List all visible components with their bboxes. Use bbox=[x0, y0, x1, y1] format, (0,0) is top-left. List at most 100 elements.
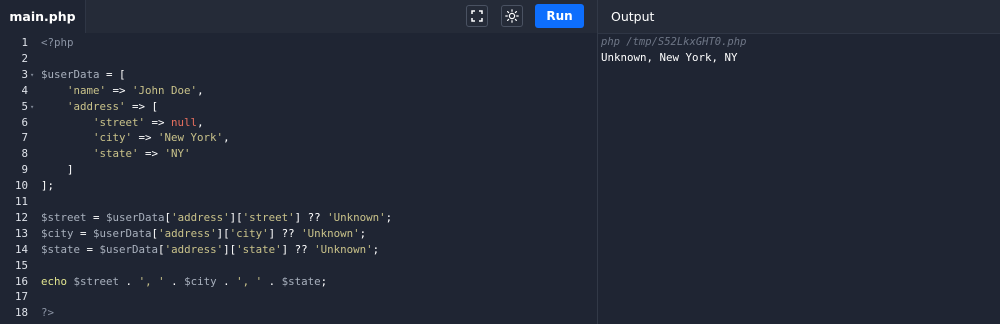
code-line[interactable]: 3 ▾ $userData = [ bbox=[0, 67, 597, 83]
code-line[interactable]: 9 ] bbox=[0, 162, 597, 178]
line-number: 4 bbox=[21, 83, 28, 97]
line-number: 16 bbox=[14, 274, 28, 288]
line-number: 7 bbox=[21, 131, 28, 145]
code-token: = bbox=[86, 210, 107, 224]
code-token: ; bbox=[359, 226, 367, 240]
line-number: 3 bbox=[21, 67, 28, 81]
code-text: 'state' => 'NY' bbox=[41, 146, 191, 162]
code-line[interactable]: 13 $city = $userData['address']['city'] ?… bbox=[0, 226, 597, 242]
fullscreen-button[interactable] bbox=[466, 5, 488, 27]
tab-main-php[interactable]: main.php bbox=[0, 0, 86, 33]
line-number: 2 bbox=[21, 51, 28, 65]
line-number: 18 bbox=[14, 306, 28, 320]
code-token: 'address' bbox=[158, 226, 217, 240]
output-panel-title: Output bbox=[611, 9, 655, 24]
code-token: 'Unknown' bbox=[327, 210, 386, 224]
code-text: ] bbox=[41, 162, 74, 178]
line-number: 9 bbox=[21, 163, 28, 177]
code-text: 'address' => [ bbox=[41, 99, 158, 115]
code-token: 'John Doe' bbox=[132, 83, 198, 97]
line-number: 1 bbox=[21, 36, 28, 49]
code-token: $city bbox=[41, 226, 74, 240]
code-line[interactable]: 2 bbox=[0, 51, 597, 67]
code-token: => bbox=[132, 131, 159, 145]
code-token: $userData bbox=[93, 226, 152, 240]
fullscreen-icon bbox=[471, 10, 483, 22]
code-token: . bbox=[216, 274, 237, 288]
code-token: ; bbox=[372, 242, 380, 256]
line-number: 17 bbox=[14, 290, 28, 304]
code-line[interactable]: 1 <?php bbox=[0, 35, 597, 51]
code-token: ] ?? bbox=[268, 226, 302, 240]
code-text: <?php bbox=[41, 35, 74, 51]
code-line[interactable]: 5 ▾ 'address' => [ bbox=[0, 99, 597, 115]
code-token: 'name' bbox=[67, 83, 107, 97]
panel-divider[interactable] bbox=[597, 0, 598, 324]
code-token: ; bbox=[320, 274, 328, 288]
code-token: <?php bbox=[41, 36, 74, 49]
code-token: ][ bbox=[223, 242, 237, 256]
code-token: 'city' bbox=[229, 226, 269, 240]
code-line[interactable]: 12 $street = $userData['address']['street… bbox=[0, 210, 597, 226]
code-token: => bbox=[106, 83, 133, 97]
code-text: $userData = [ bbox=[41, 67, 126, 83]
code-token: => bbox=[145, 115, 172, 129]
code-token: 'state' bbox=[93, 147, 139, 161]
code-line[interactable]: 14 $state = $userData['address']['state']… bbox=[0, 242, 597, 258]
code-token: ][ bbox=[216, 226, 230, 240]
code-text: 'city' => 'New York', bbox=[41, 130, 230, 146]
code-token: 'address' bbox=[171, 210, 230, 224]
code-token: ]; bbox=[41, 179, 55, 193]
code-line[interactable]: 10]; bbox=[0, 178, 597, 194]
theme-toggle-button[interactable] bbox=[501, 5, 523, 27]
code-line[interactable]: 7 'city' => 'New York', bbox=[0, 130, 597, 146]
code-line[interactable]: 15 bbox=[0, 258, 597, 274]
code-token: 'street' bbox=[93, 115, 146, 129]
code-token: echo bbox=[41, 274, 68, 288]
line-number: 5 bbox=[21, 99, 28, 113]
line-number: 15 bbox=[14, 258, 28, 272]
code-token: , bbox=[197, 115, 204, 129]
fold-toggle-icon[interactable]: ▾ bbox=[30, 99, 34, 115]
code-token: 'state' bbox=[236, 242, 282, 256]
code-line[interactable]: 8 'state' => 'NY' bbox=[0, 146, 597, 162]
code-line[interactable]: 4 'name' => 'John Doe', bbox=[0, 83, 597, 99]
code-text: $city = $userData['address']['city'] ?? … bbox=[41, 226, 366, 242]
code-token: , bbox=[223, 131, 230, 145]
code-line[interactable]: 18 ?> bbox=[0, 305, 597, 321]
code-line[interactable]: 16 echo $street . ', ' . $city . ', ' . $… bbox=[0, 274, 597, 290]
code-token: ] bbox=[41, 163, 74, 177]
code-token: = bbox=[80, 242, 100, 256]
code-token: $state bbox=[41, 242, 81, 256]
code-token: ; bbox=[385, 210, 393, 224]
code-text: ?> bbox=[41, 305, 54, 321]
code-token: $userData bbox=[41, 67, 100, 81]
code-token: = [ bbox=[99, 67, 126, 81]
run-button[interactable]: Run bbox=[535, 4, 584, 28]
code-text: $state = $userData['address']['state'] ?… bbox=[41, 242, 379, 258]
code-token: 'address' bbox=[164, 242, 224, 256]
code-token: . bbox=[164, 274, 185, 288]
line-number: 11 bbox=[14, 195, 28, 208]
code-token: 'NY' bbox=[164, 147, 191, 161]
code-editor[interactable]: 1 <?php 2 3 ▾ $userData = [4 'name' => 'John … bbox=[0, 33, 597, 324]
code-token: . bbox=[119, 274, 139, 288]
code-token: ] ?? bbox=[294, 210, 328, 224]
code-token: ?> bbox=[41, 306, 55, 320]
code-token: $street bbox=[41, 210, 87, 224]
code-token: => [ bbox=[125, 99, 159, 113]
code-text: echo $street . ', ' . $city . ', ' . $st… bbox=[41, 274, 327, 290]
sun-icon bbox=[505, 9, 519, 23]
code-line[interactable]: 6 'street' => null, bbox=[0, 115, 597, 131]
code-line[interactable]: 17 bbox=[0, 289, 597, 305]
fold-toggle-icon[interactable]: ▾ bbox=[30, 67, 34, 83]
code-token: ] ?? bbox=[281, 242, 315, 256]
code-token: => bbox=[138, 147, 165, 161]
code-token: 'New York' bbox=[158, 131, 224, 145]
code-line[interactable]: 11 bbox=[0, 194, 597, 210]
code-token: $userData bbox=[99, 242, 159, 256]
